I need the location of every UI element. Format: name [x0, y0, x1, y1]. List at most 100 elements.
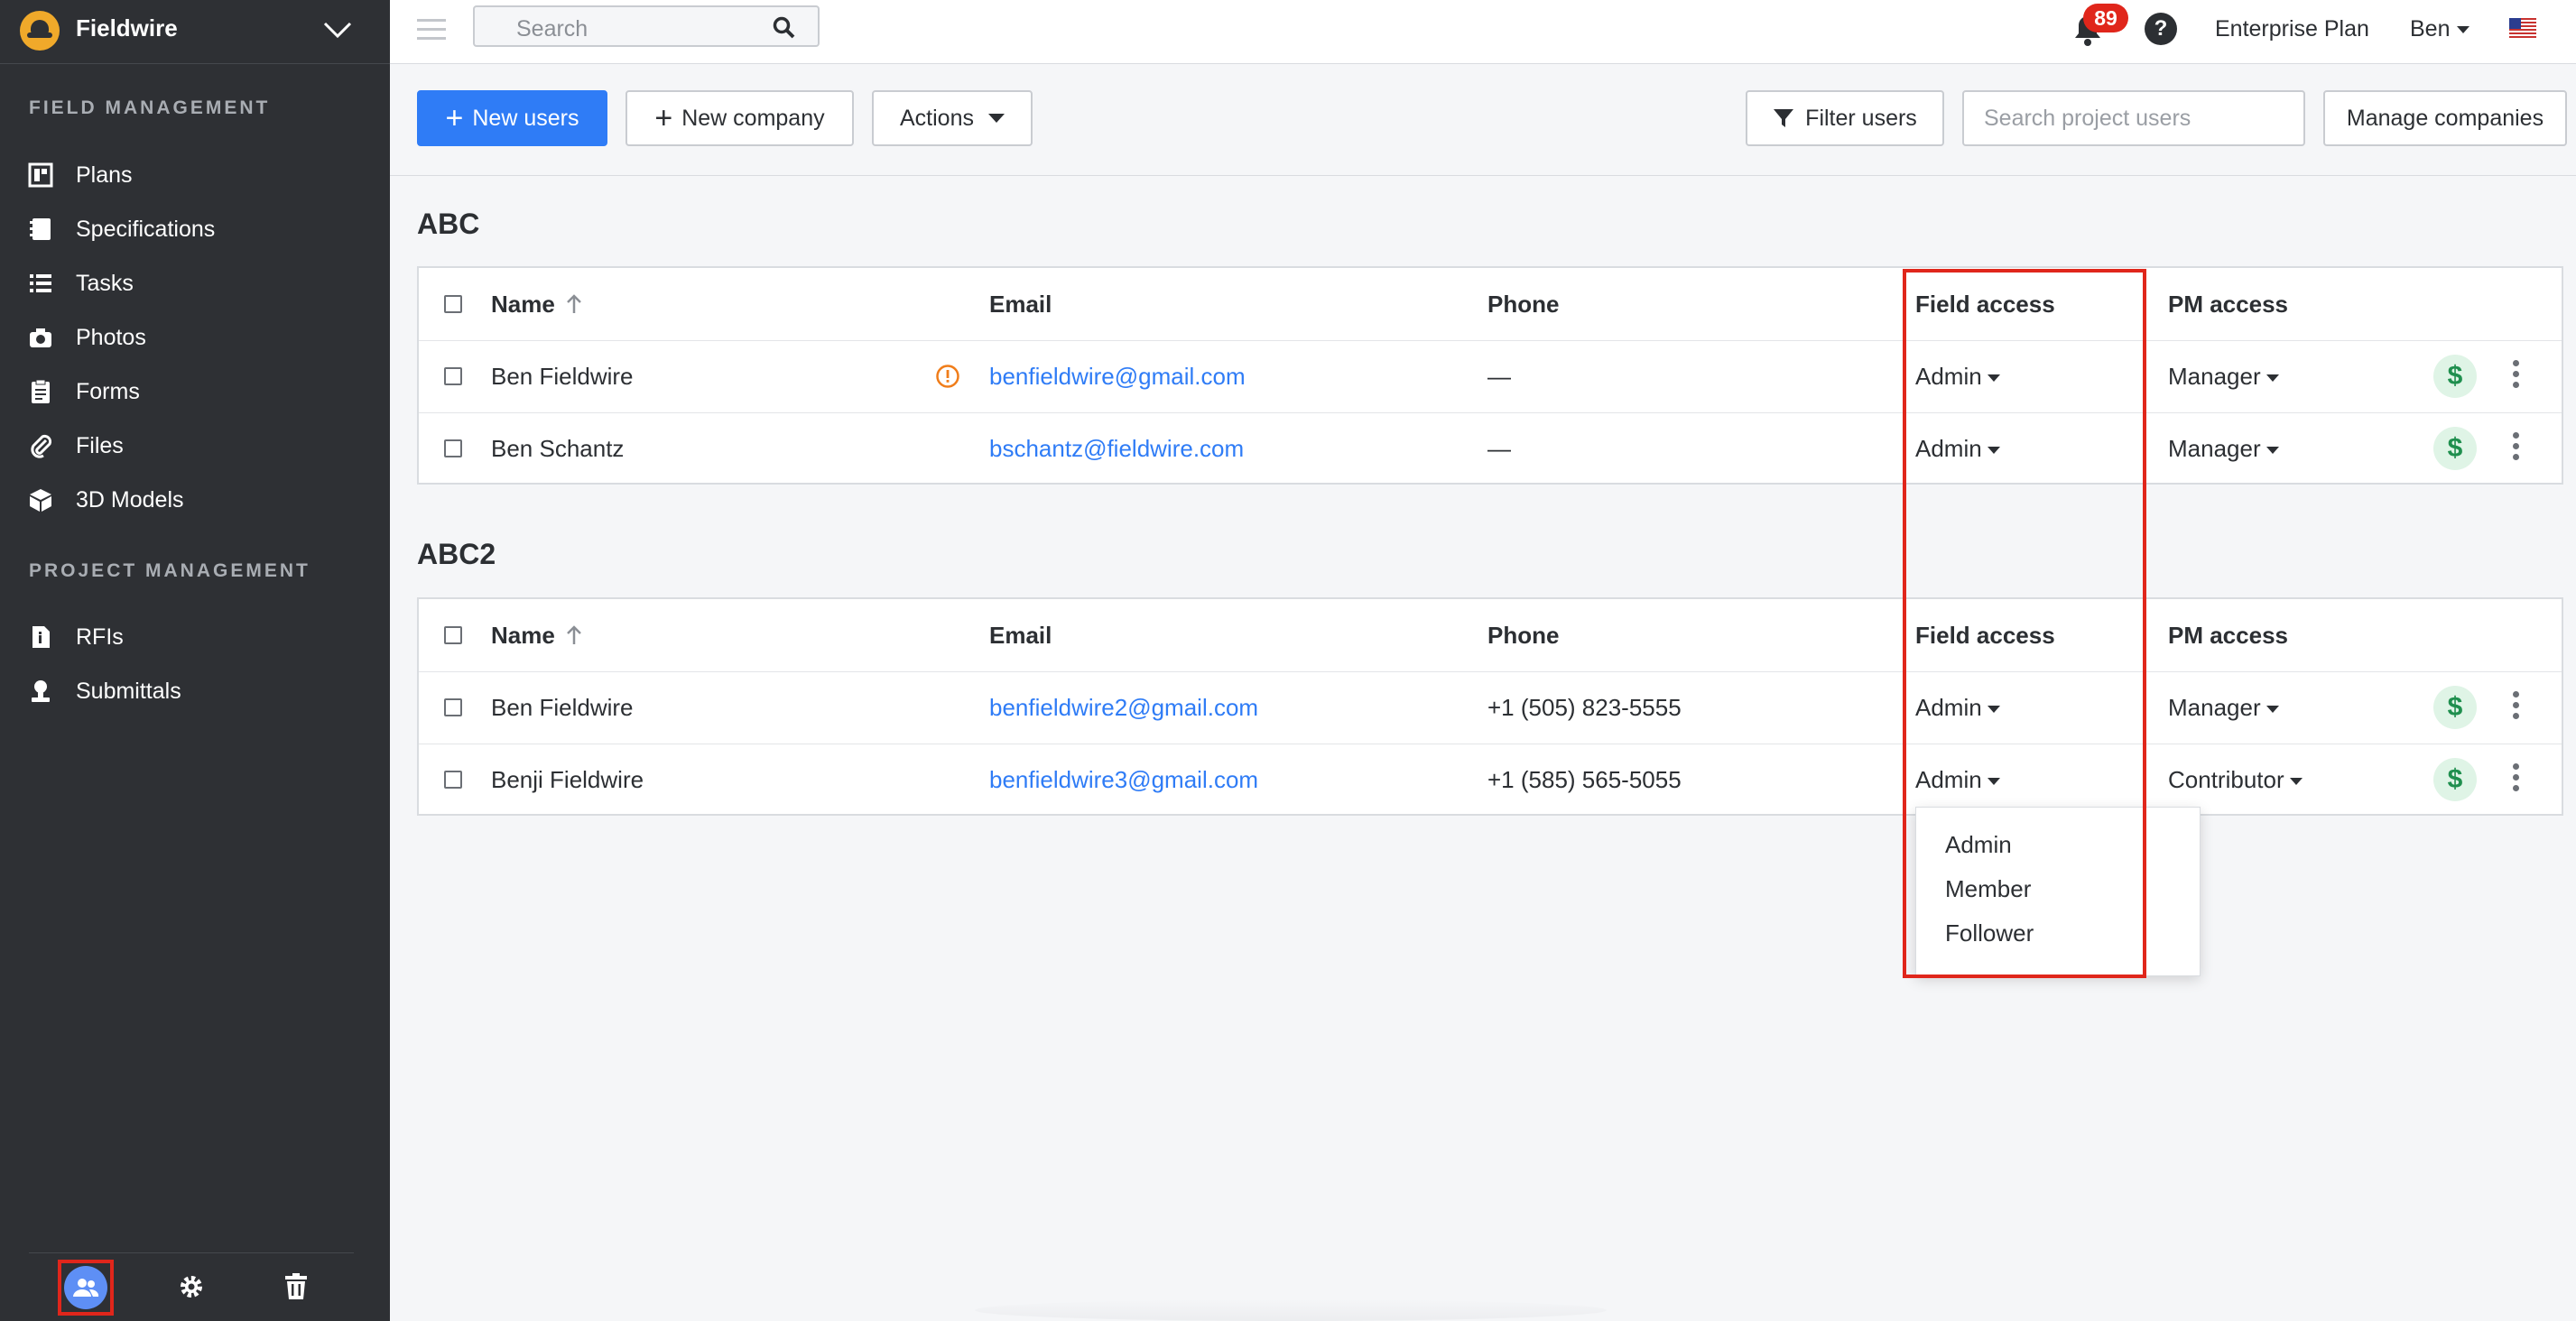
billing-dollar-icon[interactable]: $	[2433, 355, 2477, 398]
user-email-link[interactable]: benfieldwire@gmail.com	[989, 340, 1246, 412]
caret-down-icon	[2289, 778, 2303, 785]
column-header-field-access: Field access	[1915, 621, 2055, 649]
pm-access-dropdown[interactable]: Manager	[2168, 671, 2279, 744]
select-all-checkbox[interactable]	[444, 295, 462, 313]
caret-down-icon	[2457, 26, 2470, 34]
billing-dollar-icon[interactable]: $	[2433, 758, 2477, 801]
trash-icon	[285, 1273, 307, 1299]
table-header-row: Name Email Phone Field access PM access	[419, 599, 2562, 672]
pm-access-dropdown[interactable]: Manager	[2168, 412, 2279, 485]
sidebar-item-3d-models[interactable]: 3D Models	[0, 475, 390, 525]
search-placeholder: Search	[516, 16, 588, 42]
chevron-down-icon[interactable]	[321, 16, 354, 43]
user-name: Ben Schantz	[491, 434, 625, 462]
filter-users-button[interactable]: Filter users	[1746, 90, 1944, 146]
field-access-dropdown[interactable]: Admin	[1915, 744, 2000, 816]
sidebar-item-plans[interactable]: Plans	[0, 150, 390, 200]
plus-icon: +	[654, 101, 673, 135]
row-checkbox[interactable]	[444, 439, 462, 457]
submittals-icon	[27, 678, 54, 705]
column-header-email: Email	[989, 621, 1052, 649]
user-menu[interactable]: Ben	[2410, 16, 2470, 42]
users-table-abc: Name Email Phone Field access PM access …	[417, 266, 2563, 485]
app-name: Fieldwire	[76, 14, 178, 42]
plan-label[interactable]: Enterprise Plan	[2215, 16, 2369, 42]
column-header-pm-access: PM access	[2168, 290, 2288, 318]
plans-icon	[27, 162, 54, 189]
search-icon[interactable]	[773, 16, 796, 40]
column-header-name[interactable]: Name	[491, 268, 584, 340]
row-checkbox[interactable]	[444, 367, 462, 385]
column-label: Name	[491, 621, 555, 649]
global-search-input[interactable]: Search	[473, 5, 820, 47]
column-header-name[interactable]: Name	[491, 599, 584, 671]
field-access-dropdown[interactable]: Admin	[1915, 340, 2000, 412]
new-users-label: New users	[472, 105, 579, 131]
field-access-options-menu: Admin Member Follower	[1915, 807, 2201, 976]
sidebar-item-submittals[interactable]: Submittals	[0, 666, 390, 716]
field-access-option-member[interactable]: Member	[1945, 875, 2031, 903]
sidebar-item-rfis[interactable]: RFIs	[0, 612, 390, 662]
camera-icon	[27, 324, 54, 351]
column-label: Name	[491, 290, 555, 318]
user-name: Benji Fieldwire	[491, 765, 644, 793]
users-icon	[64, 1266, 107, 1309]
sidebar-item-label: 3D Models	[76, 486, 184, 513]
pm-access-value: Manager	[2168, 693, 2261, 721]
column-header-phone: Phone	[1487, 290, 1560, 318]
pm-access-dropdown[interactable]: Contributor	[2168, 744, 2303, 816]
sidebar-item-label: Tasks	[76, 270, 134, 296]
sidebar-item-forms[interactable]: Forms	[0, 366, 390, 417]
field-access-option-follower[interactable]: Follower	[1945, 919, 2034, 947]
row-more-options-icon[interactable]	[2513, 691, 2520, 724]
actions-dropdown-button[interactable]: Actions	[872, 90, 1033, 146]
pm-access-dropdown[interactable]: Manager	[2168, 340, 2279, 412]
row-checkbox[interactable]	[444, 771, 462, 789]
field-access-value: Admin	[1915, 362, 1982, 390]
user-name: Ben	[2410, 16, 2451, 42]
project-settings-button[interactable]	[166, 1261, 217, 1312]
field-access-dropdown[interactable]: Admin	[1915, 412, 2000, 485]
billing-dollar-icon[interactable]: $	[2433, 427, 2477, 470]
new-users-button[interactable]: + New users	[417, 90, 607, 146]
sidebar-item-photos[interactable]: Photos	[0, 312, 390, 363]
row-more-options-icon[interactable]	[2513, 432, 2520, 465]
new-company-button[interactable]: + New company	[625, 90, 854, 146]
billing-dollar-icon[interactable]: $	[2433, 686, 2477, 729]
field-access-value: Admin	[1915, 693, 1982, 721]
tasks-icon	[27, 270, 54, 297]
field-access-dropdown[interactable]: Admin	[1915, 671, 2000, 744]
sidebar-item-tasks[interactable]: Tasks	[0, 258, 390, 309]
sort-ascending-icon	[566, 625, 581, 644]
field-access-option-admin[interactable]: Admin	[1945, 831, 2012, 859]
row-checkbox[interactable]	[444, 698, 462, 716]
sidebar-item-files[interactable]: Files	[0, 420, 390, 471]
user-phone: —	[1487, 434, 1511, 462]
user-email-link[interactable]: benfieldwire2@gmail.com	[989, 671, 1258, 744]
table-header-row: Name Email Phone Field access PM access	[419, 268, 2562, 341]
fieldwire-logo-icon	[20, 11, 60, 51]
warning-icon[interactable]	[935, 364, 960, 389]
sidebar-header[interactable]: Fieldwire	[0, 0, 390, 64]
company-group-title: ABC2	[417, 538, 496, 570]
user-email-link[interactable]: bschantz@fieldwire.com	[989, 412, 1244, 485]
user-email-link[interactable]: benfieldwire3@gmail.com	[989, 744, 1258, 816]
trash-button[interactable]	[271, 1261, 321, 1312]
pm-access-value: Manager	[2168, 362, 2261, 390]
users-table-abc2: Name Email Phone Field access PM access …	[417, 597, 2563, 816]
us-flag-icon[interactable]	[2509, 18, 2536, 38]
project-users-button[interactable]	[58, 1260, 114, 1316]
manage-companies-button[interactable]: Manage companies	[2323, 90, 2567, 146]
row-more-options-icon[interactable]	[2513, 763, 2520, 796]
select-all-checkbox[interactable]	[444, 626, 462, 644]
new-company-label: New company	[681, 105, 825, 131]
user-name: Ben Fieldwire	[491, 693, 634, 721]
hamburger-menu-icon[interactable]	[417, 16, 446, 43]
caret-down-icon	[2266, 447, 2279, 454]
table-row: Ben Fieldwire benfieldwire@gmail.com — A…	[419, 340, 2562, 413]
sidebar-item-specifications[interactable]: Specifications	[0, 204, 390, 254]
search-project-users-input[interactable]	[1962, 90, 2305, 146]
help-icon[interactable]: ?	[2145, 13, 2177, 45]
top-bar: Search 89 ? Enterprise Plan Ben	[390, 0, 2576, 64]
row-more-options-icon[interactable]	[2513, 360, 2520, 393]
